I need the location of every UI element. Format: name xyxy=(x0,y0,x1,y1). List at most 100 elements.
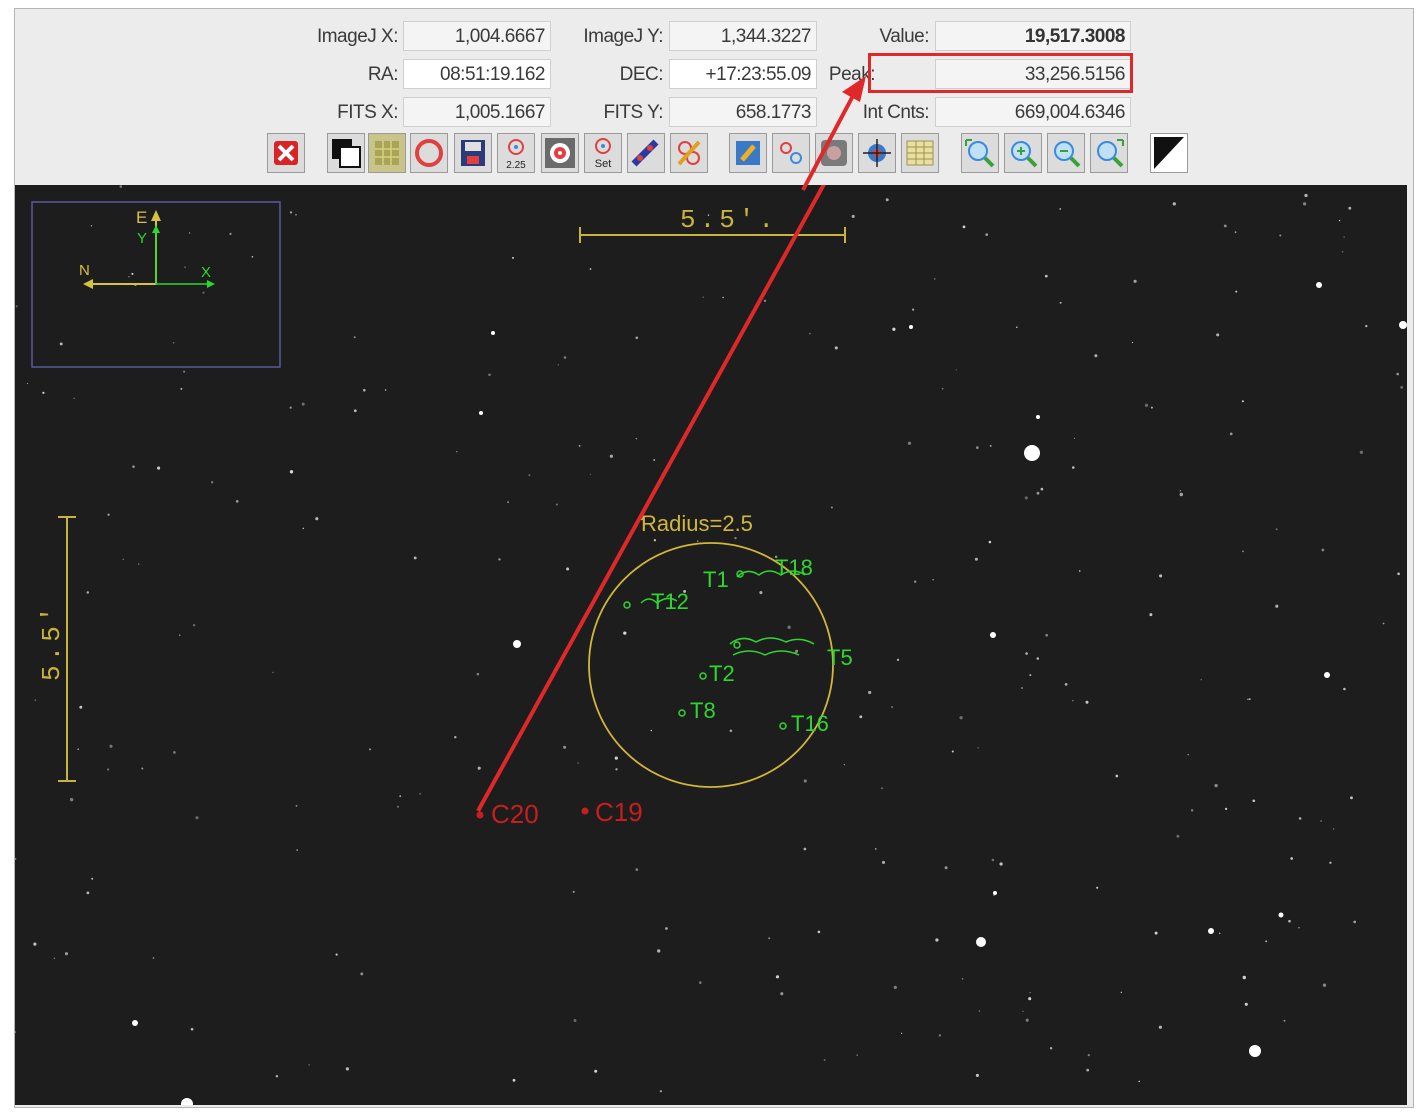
target-label-t12[interactable]: T12 xyxy=(651,589,689,614)
clear-apertures-icon xyxy=(677,140,701,166)
comparison-label-c20[interactable]: C20 xyxy=(491,799,539,829)
comparison-label-c19[interactable]: C19 xyxy=(595,797,643,827)
star xyxy=(907,441,912,445)
center-icon-button[interactable] xyxy=(858,133,896,173)
star xyxy=(1179,489,1182,492)
fits-x-field[interactable]: 1,005.1667 xyxy=(403,97,551,127)
star xyxy=(189,232,191,234)
contrast-button[interactable] xyxy=(1150,133,1188,173)
brush-icon-button[interactable] xyxy=(729,133,767,173)
target-label-t8[interactable]: T8 xyxy=(690,698,716,723)
star xyxy=(235,500,239,503)
set-aperture-button[interactable]: Set xyxy=(584,133,622,173)
target-label-t18[interactable]: T18 xyxy=(775,555,813,580)
star xyxy=(623,631,627,635)
star xyxy=(369,748,371,751)
target-label-t1[interactable]: T1 xyxy=(703,567,729,592)
star xyxy=(563,745,567,749)
star xyxy=(289,211,293,214)
zoom-out-button[interactable] xyxy=(1047,133,1085,173)
star xyxy=(893,985,897,990)
target-label-t16[interactable]: T16 xyxy=(791,711,829,736)
aperture-radius-button[interactable]: 2.25 xyxy=(497,133,535,173)
star xyxy=(190,1027,194,1031)
multi-aperture-icon-button[interactable] xyxy=(627,133,665,173)
star xyxy=(932,579,934,581)
star xyxy=(635,336,639,340)
save-icon-button[interactable] xyxy=(454,133,492,173)
star xyxy=(1172,202,1176,206)
star xyxy=(476,672,480,676)
star xyxy=(77,748,80,751)
star xyxy=(181,1098,193,1105)
int-cnts-field[interactable]: 669,004.6346 xyxy=(935,97,1131,127)
star xyxy=(353,409,357,413)
header-icon-button[interactable] xyxy=(815,133,853,173)
star-field: E N X Y 5.5'. 5.5' Radius=2.5 T1T12T18T2… xyxy=(15,185,1407,1105)
dec-label: DEC: xyxy=(619,64,664,85)
clear-apertures-icon-button[interactable] xyxy=(670,133,708,173)
close-icon-button[interactable] xyxy=(267,133,305,173)
star xyxy=(275,1074,279,1078)
star xyxy=(360,972,364,976)
star xyxy=(1283,1019,1286,1022)
star xyxy=(1025,1018,1029,1022)
star xyxy=(1133,279,1137,283)
star xyxy=(851,214,855,218)
star xyxy=(413,556,417,560)
imagej-y-field[interactable]: 1,344.3227 xyxy=(669,21,817,51)
star xyxy=(107,768,110,771)
star xyxy=(528,474,531,477)
star xyxy=(301,402,305,406)
svg-text:Set: Set xyxy=(595,158,612,170)
star xyxy=(768,937,771,940)
star xyxy=(1399,321,1407,329)
zoom-fit-icon xyxy=(965,139,995,168)
star xyxy=(962,225,966,229)
ra-label: RA: xyxy=(367,64,399,85)
imagej-x-field[interactable]: 1,004.6667 xyxy=(403,21,551,51)
compass-y-label: Y xyxy=(137,230,147,247)
invert-icon-button[interactable] xyxy=(327,133,365,173)
radius-icon: 2.25 xyxy=(506,139,526,171)
target-icon-button[interactable] xyxy=(541,133,579,173)
star xyxy=(157,466,161,470)
image-display[interactable]: E N X Y 5.5'. 5.5' Radius=2.5 T1 T12 T18… xyxy=(15,185,1407,1105)
star xyxy=(345,1067,350,1071)
star xyxy=(138,563,140,565)
star xyxy=(1304,193,1308,198)
star xyxy=(951,750,954,753)
star xyxy=(563,356,567,359)
zoom-fit-button[interactable] xyxy=(961,133,999,173)
target-label-t2[interactable]: T2 xyxy=(709,661,735,686)
ra-field[interactable]: 08:51:19.162 xyxy=(403,59,551,89)
table-icon-button[interactable] xyxy=(901,133,939,173)
scrollbar[interactable] xyxy=(1407,185,1413,1105)
astrometry-icon-button[interactable] xyxy=(772,133,810,173)
star xyxy=(1229,432,1233,436)
save-icon xyxy=(461,140,485,166)
star xyxy=(1040,487,1044,491)
star xyxy=(1316,282,1322,288)
target-label-t5[interactable]: T5 xyxy=(827,645,853,670)
zoom-reset-button[interactable] xyxy=(1090,133,1128,173)
value-field[interactable]: 19,517.3008 xyxy=(935,21,1131,51)
star xyxy=(914,580,917,583)
grid-icon-button[interactable] xyxy=(368,133,406,173)
star xyxy=(881,860,886,864)
star xyxy=(909,325,913,329)
aperture-icon-button[interactable] xyxy=(410,133,448,173)
star xyxy=(941,387,944,390)
star xyxy=(891,706,894,709)
star xyxy=(934,278,936,280)
star xyxy=(15,857,17,860)
star xyxy=(1016,326,1018,328)
zoom-in-button[interactable] xyxy=(1004,133,1042,173)
fits-y-field[interactable]: 658.1773 xyxy=(669,97,817,127)
star xyxy=(86,591,90,594)
star xyxy=(989,444,992,447)
star xyxy=(868,690,872,695)
star xyxy=(885,198,889,202)
star xyxy=(974,557,978,561)
star xyxy=(938,1034,942,1037)
